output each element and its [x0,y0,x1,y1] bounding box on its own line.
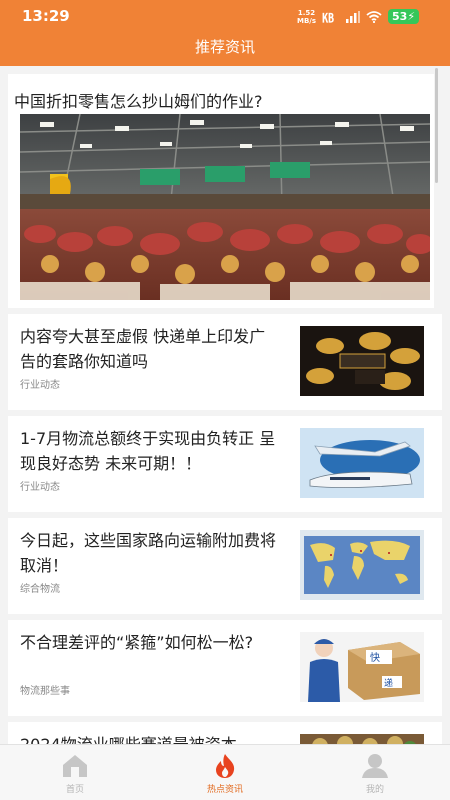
status-icons: ㎅ 53⚡ [322,9,420,24]
courier-box-thumbnail: 快 递 [300,632,424,702]
status-time: 13:29 [22,7,70,25]
network-speed-value: 1.52 [297,9,316,17]
article-card[interactable]: 内容夸大甚至虚假 快递单上印发广告的套路你知道吗 行业动态 [8,314,442,410]
scrollbar[interactable] [435,68,438,183]
article-category: 行业动态 [20,482,60,493]
article-category: 物流那些事 [20,686,70,697]
tab-hot-news[interactable]: 热点资讯 [150,745,300,800]
tab-home-label: 首页 [65,785,84,795]
wifi-icon [366,10,382,23]
svg-text:快: 快 [370,652,380,664]
article-card[interactable]: 今日起，这些国家路向运输附加费将取消！ 综合物流 [8,518,442,614]
world-map-thumbnail [300,530,424,600]
svg-text:㎅: ㎅ [322,11,334,24]
page-title: 推荐资讯 [194,38,255,56]
article-card[interactable]: 2024物流业哪些赛道最被资本 [8,722,442,744]
gold-coins-thumbnail [300,326,424,396]
status-bar: 13:29 1.52 MB/s ㎅ 53⚡ [0,0,450,34]
article-title: 今日起，这些国家路向运输附加费将取消！ [20,531,277,575]
flame-icon [216,754,235,778]
tab-profile[interactable]: 我的 [300,745,450,800]
signal-icon [346,10,360,23]
bottom-tab-bar: 首页 热点资讯 我的 [0,744,450,800]
network-speed-unit: MB/s [297,17,317,25]
plane-train-thumbnail [300,428,424,498]
tab-hot-news-label: 热点资讯 [206,785,243,795]
tab-profile-label: 我的 [365,785,384,795]
network-speed: 1.52 MB/s [297,9,316,25]
article-title: 2024物流业哪些赛道最被资本 [20,732,280,744]
article-category: 综合物流 [20,584,60,595]
article-card[interactable]: 1-7月物流总额终于实现由负转正 呈现良好态势 未来可期！！ 行业动态 [8,416,442,512]
produce-thumbnail [300,734,424,744]
article-title: 不合理差评的“紧箍”如何松一松? [20,633,254,652]
battery-indicator: 53⚡ [388,9,420,24]
hd-signal-icon: ㎅ [322,11,334,24]
battery-level: 53 [392,10,408,23]
article-card[interactable]: 不合理差评的“紧箍”如何松一松? 物流那些事 快 递 [8,620,442,716]
featured-article[interactable]: 中国折扣零售怎么抄山姆们的作业? [8,74,434,308]
article-title: 1-7月物流总额终于实现由负转正 呈现良好态势 未来可期！！ [20,429,276,473]
charging-icon: ⚡ [407,10,416,23]
featured-article-image[interactable] [20,114,430,300]
news-feed[interactable]: 中国折扣零售怎么抄山姆们的作业? 内容夸大甚至虚假 快递单上印发广告的套路你知道… [0,66,450,744]
article-category: 行业动态 [20,380,60,391]
user-icon [362,754,388,778]
app-header: 推荐资讯 [0,34,450,66]
article-title: 内容夸大甚至虚假 快递单上印发广告的套路你知道吗 [20,327,266,371]
svg-text:递: 递 [384,677,393,689]
tab-home[interactable]: 首页 [0,745,150,800]
home-icon [63,755,87,777]
featured-article-title: 中国折扣零售怎么抄山姆们的作业? [14,92,263,111]
